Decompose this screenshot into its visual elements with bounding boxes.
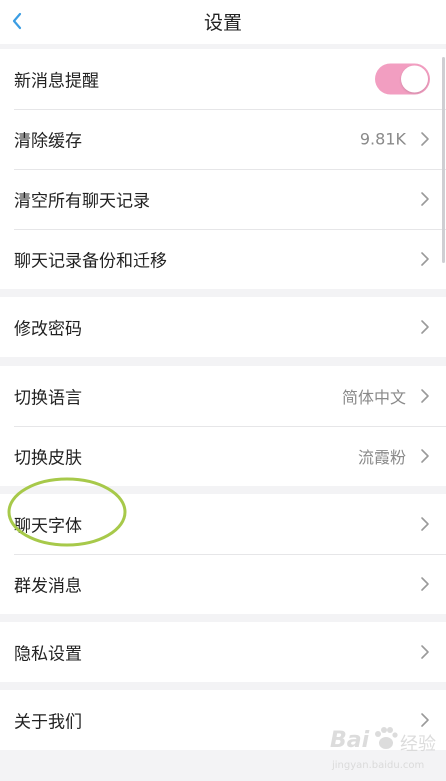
- setting-change-password[interactable]: 修改密码: [0, 297, 446, 357]
- chevron-right-icon: [421, 192, 429, 206]
- settings-group-privacy: 隐私设置: [0, 622, 446, 682]
- toggle-knob: [401, 65, 428, 93]
- cache-size-value: 9.81K: [359, 129, 406, 149]
- setting-switch-skin[interactable]: 切换皮肤 流霞粉: [0, 426, 446, 486]
- setting-label: 切换皮肤: [14, 448, 82, 469]
- setting-chat-font[interactable]: 聊天字体: [0, 494, 446, 554]
- setting-clear-cache[interactable]: 清除缓存 9.81K: [0, 109, 446, 169]
- nav-bar: 设置: [0, 0, 446, 44]
- chevron-right-icon: [421, 449, 429, 463]
- settings-group-general: 新消息提醒 清除缓存 9.81K 清空所有聊天记录 聊天记录备份和迁移: [0, 49, 446, 289]
- watermark-suffix: 经验: [400, 734, 436, 755]
- setting-switch-language[interactable]: 切换语言 简体中文: [0, 366, 446, 426]
- page-title: 设置: [203, 12, 242, 34]
- setting-label: 清空所有聊天记录: [14, 191, 150, 212]
- chevron-right-icon: [421, 252, 429, 266]
- baidu-jingyan-watermark: Bai 经验 jingyan.baidu.com: [326, 722, 444, 778]
- scrollbar-thumb[interactable]: [442, 57, 445, 263]
- chevron-right-icon: [421, 577, 429, 591]
- setting-chat-backup-migration[interactable]: 聊天记录备份和迁移: [0, 229, 446, 289]
- chevron-right-icon: [421, 389, 429, 403]
- watermark-url: jingyan.baidu.com: [332, 760, 425, 771]
- setting-label: 关于我们: [14, 712, 82, 733]
- chevron-right-icon: [421, 517, 429, 531]
- chevron-right-icon: [421, 320, 429, 334]
- watermark-brand: Bai: [330, 728, 370, 753]
- setting-clear-chat-history[interactable]: 清空所有聊天记录: [0, 169, 446, 229]
- setting-mass-message[interactable]: 群发消息: [0, 554, 446, 614]
- setting-label: 隐私设置: [14, 644, 82, 665]
- skin-value: 流霞粉: [357, 448, 406, 467]
- settings-group-chat: 聊天字体 群发消息: [0, 494, 446, 614]
- setting-label: 修改密码: [14, 319, 82, 340]
- setting-label: 清除缓存: [14, 131, 82, 152]
- chevron-right-icon: [421, 132, 429, 146]
- new-message-toggle[interactable]: [375, 63, 430, 95]
- setting-privacy[interactable]: 隐私设置: [0, 622, 446, 682]
- setting-label: 聊天记录备份和迁移: [14, 251, 167, 272]
- setting-label: 群发消息: [14, 576, 82, 597]
- settings-group-appearance: 切换语言 简体中文 切换皮肤 流霞粉: [0, 366, 446, 486]
- setting-new-message-alert[interactable]: 新消息提醒: [0, 49, 446, 109]
- paw-icon: [375, 727, 398, 749]
- setting-label: 聊天字体: [14, 516, 82, 537]
- language-value: 简体中文: [341, 388, 406, 407]
- setting-label: 切换语言: [14, 388, 82, 409]
- setting-label: 新消息提醒: [14, 71, 99, 92]
- settings-group-password: 修改密码: [0, 297, 446, 357]
- chevron-right-icon: [421, 645, 429, 659]
